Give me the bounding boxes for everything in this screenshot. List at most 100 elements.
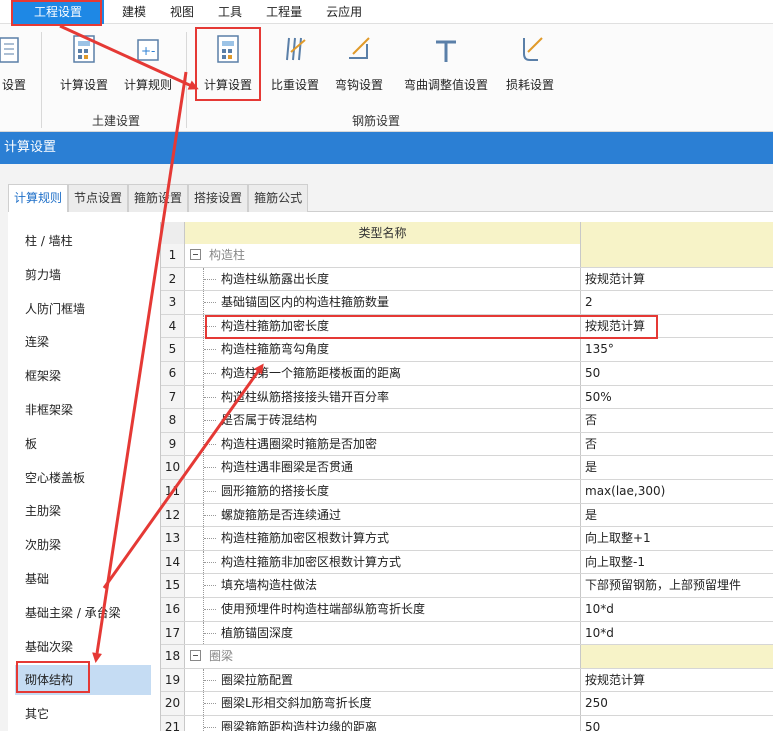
table-row[interactable]: 16 使用预埋件时构造柱端部纵筋弯折长度 10*d	[161, 598, 773, 622]
tab-lap-settings[interactable]: 搭接设置	[188, 184, 249, 212]
table-row[interactable]: 5 构造柱箍筋弯勾角度 135°	[161, 338, 773, 362]
highlight-row-box	[205, 315, 658, 339]
collapse-icon[interactable]	[190, 249, 201, 260]
table-row[interactable]: 3 基础锚固区内的构造柱箍筋数量 2	[161, 291, 773, 315]
row-value-cell[interactable]: 向上取整+1	[581, 527, 773, 550]
row-name-cell: 构造柱	[185, 244, 581, 267]
row-value-cell[interactable]: 否	[581, 409, 773, 432]
tree-line	[203, 503, 217, 527]
row-value-cell[interactable]: 250	[581, 692, 773, 715]
ribbon-hook-settings-button[interactable]: 弯钩设置	[328, 26, 390, 98]
menu-view[interactable]: 视图	[158, 0, 206, 24]
table-row[interactable]: 7 构造柱纵筋搭接接头错开百分率 50%	[161, 385, 773, 410]
list-item[interactable]: 连梁	[15, 327, 151, 357]
row-number: 11	[161, 480, 185, 503]
list-item[interactable]: 柱 / 墙柱	[15, 226, 151, 256]
list-item[interactable]: 非框架梁	[15, 395, 151, 425]
row-name-cell: 圈梁	[185, 645, 581, 668]
table-row[interactable]: 14 构造柱箍筋非加密区根数计算方式 向上取整-1	[161, 550, 773, 575]
table-row[interactable]: 21 圈梁箍筋距构造柱边缘的距离 50	[161, 716, 773, 731]
row-value-cell[interactable]: 向上取整-1	[581, 550, 773, 574]
ribbon-calc-settings-button[interactable]: 计算设置	[52, 26, 116, 98]
row-value-cell[interactable]: 135°	[581, 338, 773, 361]
settings-grid: 类型名称 1 构造柱 2 构造柱纵筋露出长度 按规范计算 3 基础锚固区内的构造柱箍筋数量 2…	[160, 222, 773, 731]
list-item[interactable]: 框架梁	[15, 361, 151, 391]
row-value-cell[interactable]: 是	[581, 503, 773, 527]
list-item[interactable]: 剪力墙	[15, 260, 151, 290]
tree-line	[203, 668, 217, 692]
table-row[interactable]: 10 构造柱遇非圈梁是否贯通 是	[161, 456, 773, 480]
tab-node-settings[interactable]: 节点设置	[68, 184, 129, 212]
table-row[interactable]: 8 是否属于砖混结构 否	[161, 409, 773, 433]
table-row[interactable]: 19 圈梁拉筋配置 按规范计算	[161, 668, 773, 693]
tab-stirrup-formula[interactable]: 箍筋公式	[248, 184, 309, 212]
row-name: 圈梁L形相交斜加筋弯折长度	[221, 696, 372, 711]
table-row[interactable]: 11 圆形箍筋的搭接长度 max(lae,300)	[161, 480, 773, 504]
row-value-cell[interactable]	[581, 244, 773, 267]
table-row[interactable]: 13 构造柱箍筋加密区根数计算方式 向上取整+1	[161, 527, 773, 551]
row-number: 19	[161, 668, 185, 692]
list-item[interactable]: 板	[15, 429, 151, 459]
list-item[interactable]: 主肋梁	[15, 496, 151, 526]
row-value-cell[interactable]	[581, 645, 773, 668]
table-row[interactable]: 15 填充墙构造柱做法 下部预留钢筋，上部预留埋件	[161, 574, 773, 598]
list-item[interactable]: 空心楼盖板	[15, 463, 151, 493]
menu-tools[interactable]: 工具	[206, 0, 254, 24]
row-value-cell[interactable]: 50	[581, 716, 773, 731]
table-row[interactable]: 12 螺旋箍筋是否连续通过 是	[161, 503, 773, 528]
table-row[interactable]: 17 植筋锚固深度 10*d	[161, 621, 773, 646]
list-item[interactable]: 基础主梁 / 承台梁	[15, 598, 151, 628]
list-item[interactable]: 基础	[15, 564, 151, 594]
row-number: 3	[161, 291, 185, 314]
table-row[interactable]: 20 圈梁L形相交斜加筋弯折长度 250	[161, 692, 773, 716]
row-name-cell: 构造柱遇非圈梁是否贯通	[185, 456, 581, 479]
menu-quantity[interactable]: 工程量	[254, 0, 314, 24]
row-name-cell: 圆形箍筋的搭接长度	[185, 480, 581, 503]
row-value-cell[interactable]: 按规范计算	[581, 267, 773, 291]
hook-settings-icon	[339, 30, 379, 70]
row-name-cell: 植筋锚固深度	[185, 621, 581, 645]
tree-line	[203, 480, 217, 503]
calc-rules-icon: +-	[128, 30, 168, 70]
row-name: 圆形箍筋的搭接长度	[221, 484, 330, 498]
ribbon-partial-settings-button[interactable]: 设置	[0, 26, 34, 98]
row-number: 21	[161, 716, 185, 731]
table-row[interactable]: 2 构造柱纵筋露出长度 按规范计算	[161, 267, 773, 292]
row-value-cell[interactable]: 是	[581, 456, 773, 479]
table-row[interactable]: 9 构造柱遇圈梁时箍筋是否加密 否	[161, 432, 773, 457]
table-row[interactable]: 18 圈梁	[161, 645, 773, 669]
tab-calc-rules[interactable]: 计算规则	[8, 184, 69, 212]
ribbon-bend-adjust-button[interactable]: 弯曲调整值设置	[394, 26, 498, 98]
list-item[interactable]: 基础次梁	[15, 632, 151, 662]
menu-modeling[interactable]: 建模	[108, 0, 158, 24]
ribbon-calc-rules-button[interactable]: +- 计算规则	[118, 26, 178, 98]
tab-stirrup-settings[interactable]: 箍筋设置	[128, 184, 189, 212]
menu-cloud[interactable]: 云应用	[314, 0, 374, 24]
weight-settings-icon	[275, 30, 315, 70]
row-value-cell[interactable]: 50	[581, 362, 773, 385]
ribbon-separator	[41, 32, 42, 128]
row-name: 构造柱遇非圈梁是否贯通	[221, 460, 354, 475]
row-name: 构造柱纵筋搭接接头错开百分率	[221, 389, 390, 404]
ribbon-weight-settings-button[interactable]: 比重设置	[264, 26, 326, 98]
list-item[interactable]: 其它	[15, 699, 151, 729]
row-value-cell[interactable]: 10*d	[581, 598, 773, 621]
list-item[interactable]: 人防门框墙	[15, 294, 151, 324]
row-value-cell[interactable]: 按规范计算	[581, 668, 773, 692]
row-value-cell[interactable]: max(lae,300)	[581, 480, 773, 503]
row-number: 13	[161, 527, 185, 550]
row-number: 1	[161, 244, 185, 267]
table-row[interactable]: 6 构造柱第一个箍筋距楼板面的距离 50	[161, 362, 773, 386]
row-value-cell[interactable]: 50%	[581, 385, 773, 409]
list-item[interactable]: 次肋梁	[15, 530, 151, 560]
row-number: 6	[161, 362, 185, 385]
row-value-cell[interactable]: 2	[581, 291, 773, 314]
row-value-cell[interactable]: 下部预留钢筋，上部预留埋件	[581, 574, 773, 597]
tree-line	[203, 409, 217, 432]
collapse-icon[interactable]	[190, 650, 201, 662]
ribbon-loss-settings-button[interactable]: 损耗设置	[500, 26, 560, 98]
row-value-cell[interactable]: 10*d	[581, 621, 773, 645]
row-value-cell[interactable]: 否	[581, 432, 773, 456]
row-name: 构造柱第一个箍筋距楼板面的距离	[221, 366, 402, 380]
table-row[interactable]: 1 构造柱	[161, 244, 773, 268]
